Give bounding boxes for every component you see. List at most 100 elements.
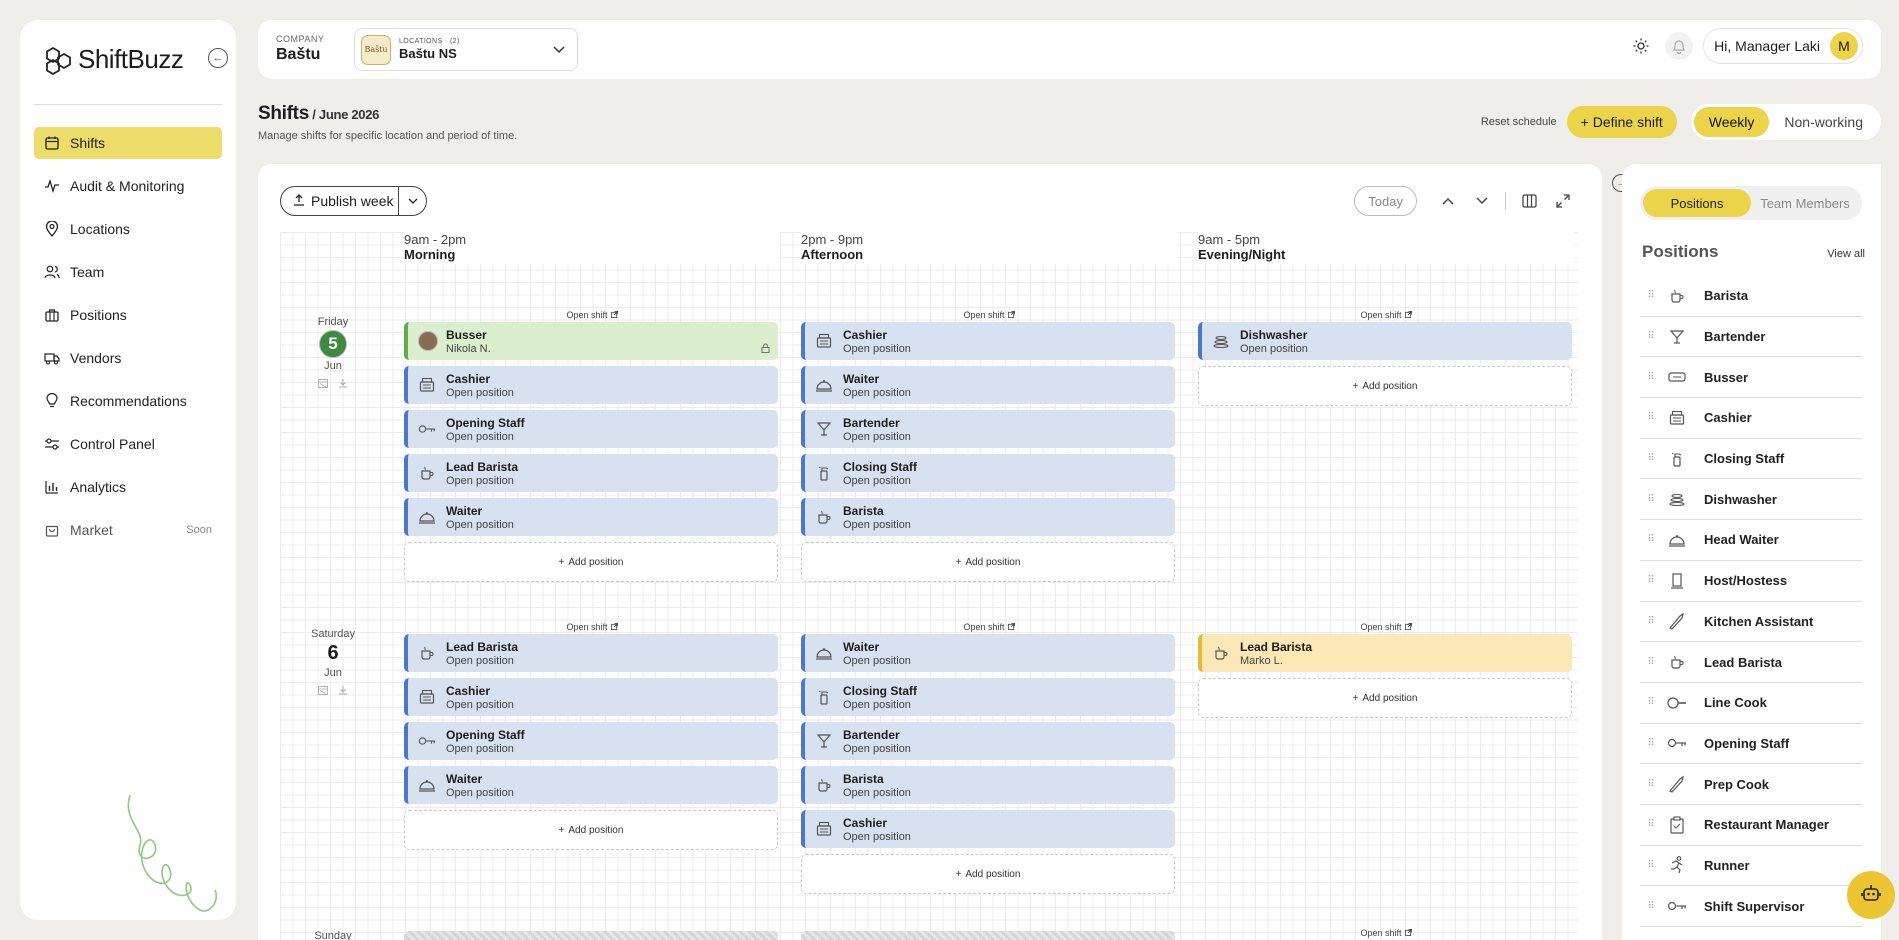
chevron-up-icon[interactable] <box>1437 190 1459 212</box>
add-position-button[interactable]: + Add position <box>404 810 778 850</box>
drag-handle-icon[interactable]: ⠿ <box>1644 779 1658 790</box>
position-list-item[interactable]: ⠿ Busser <box>1640 357 1862 399</box>
open-shift-link[interactable]: Open shift <box>404 310 780 320</box>
position-list-item[interactable]: ⠿Waiter <box>1640 927 1862 940</box>
assistant-chat-button[interactable] <box>1847 871 1895 919</box>
drag-handle-icon[interactable]: ⠿ <box>1644 819 1658 830</box>
columns-layout-icon[interactable] <box>1518 190 1540 212</box>
drag-handle-icon[interactable]: ⠿ <box>1644 697 1658 708</box>
shift-card[interactable]: Dishwasher Open position <box>1198 322 1572 360</box>
publish-options-dropdown[interactable] <box>399 196 426 207</box>
notifications-bell-icon[interactable] <box>1665 32 1694 60</box>
chevron-down-icon[interactable] <box>1471 190 1493 212</box>
sidebar-item-control-panel[interactable]: Control Panel <box>34 428 222 460</box>
position-list-item[interactable]: ⠿ Lead Barista <box>1640 642 1862 683</box>
publish-week-button[interactable]: Publish week <box>281 187 399 215</box>
shift-card[interactable]: Waiter Open position <box>801 634 1175 672</box>
sidebar-item-team[interactable]: Team <box>34 256 222 288</box>
download-icon[interactable] <box>338 378 348 390</box>
shift-card[interactable]: Bartender Open position <box>801 722 1175 760</box>
position-list-item[interactable]: ⠿ Line Cook <box>1640 683 1862 724</box>
position-list-item[interactable]: ⠿ Opening Staff <box>1640 724 1862 765</box>
add-position-button[interactable]: + Add position <box>404 542 778 582</box>
shift-card[interactable]: Waiter Open position <box>404 766 778 804</box>
position-list-item[interactable]: ⠿ Host/Hostess <box>1640 561 1862 602</box>
sidebar-item-market[interactable]: Market Soon <box>34 514 222 546</box>
add-position-button[interactable]: + Add position <box>801 542 1175 582</box>
drag-handle-icon[interactable]: ⠿ <box>1644 534 1658 545</box>
position-list-item[interactable]: ⠿ Shift Supervisor <box>1640 886 1862 927</box>
drag-handle-icon[interactable]: ⠿ <box>1644 738 1658 749</box>
shift-card[interactable]: Cashier Open position <box>404 366 778 404</box>
shift-card[interactable]: Lead Barista Open position <box>404 454 778 492</box>
sidebar-item-recommendations[interactable]: Recommendations <box>34 385 222 417</box>
copy-day-icon[interactable] <box>318 685 328 697</box>
add-position-button[interactable]: + Add position <box>1198 678 1572 718</box>
shift-card[interactable]: Cashier Open position <box>801 810 1175 848</box>
drag-handle-icon[interactable]: ⠿ <box>1644 453 1658 464</box>
theme-toggle-sun-icon[interactable] <box>1627 32 1655 60</box>
shift-card[interactable]: Waiter Open position <box>801 366 1175 404</box>
drag-handle-icon[interactable]: ⠿ <box>1644 494 1658 505</box>
download-icon[interactable] <box>338 685 348 697</box>
add-position-button[interactable]: + Add position <box>801 854 1175 894</box>
sidebar-item-vendors[interactable]: Vendors <box>34 342 222 374</box>
open-shift-link[interactable]: Open shift <box>801 310 1177 320</box>
tab-weekly[interactable]: Weekly <box>1693 107 1770 137</box>
position-list-item[interactable]: ⠿ Head Waiter <box>1640 520 1862 561</box>
add-position-button[interactable]: + Add position <box>1198 366 1572 406</box>
open-shift-link[interactable]: Open shift <box>1198 310 1574 320</box>
copy-day-icon[interactable] <box>318 378 328 390</box>
sidebar-item-shifts[interactable]: Shifts <box>34 127 222 159</box>
drag-handle-icon[interactable]: ⠿ <box>1644 860 1658 871</box>
user-menu[interactable]: Hi, Manager Laki M <box>1703 28 1863 64</box>
expand-icon[interactable] <box>1552 190 1574 212</box>
shift-card[interactable]: Opening Staff Open position <box>404 722 778 760</box>
sidebar-item-locations[interactable]: Locations <box>34 213 222 245</box>
open-shift-link[interactable]: Open shift <box>1198 928 1574 938</box>
position-list-item[interactable]: ⠿ Closing Staff <box>1640 439 1862 480</box>
drag-handle-icon[interactable]: ⠿ <box>1644 616 1658 627</box>
shift-card[interactable]: Bartender Open position <box>801 410 1175 448</box>
sidebar-item-positions[interactable]: Positions <box>34 299 222 331</box>
drag-handle-icon[interactable]: ⠿ <box>1644 657 1658 668</box>
position-list-item[interactable]: ⠿ Kitchen Assistant <box>1640 602 1862 643</box>
sidebar-item-audit[interactable]: Audit & Monitoring <box>34 170 222 202</box>
shift-card[interactable]: Waiter Open position <box>404 498 778 536</box>
open-shift-link[interactable]: Open shift <box>801 622 1177 632</box>
brand-logo[interactable]: ShiftBuzz <box>44 44 184 75</box>
tab-positions[interactable]: Positions <box>1643 189 1751 217</box>
view-all-link[interactable]: View all <box>1827 248 1865 260</box>
open-shift-link[interactable]: Open shift <box>404 622 780 632</box>
shift-card[interactable]: Closing Staff Open position <box>801 454 1175 492</box>
tab-team-members[interactable]: Team Members <box>1751 189 1859 217</box>
drag-handle-icon[interactable]: ⠿ <box>1644 901 1658 912</box>
position-list-item[interactable]: ⠿ Restaurant Manager <box>1640 805 1862 846</box>
shift-card[interactable]: Barista Open position <box>801 498 1175 536</box>
tab-non-working[interactable]: Non-working <box>1769 107 1878 137</box>
collapse-sidebar-button[interactable]: ← <box>208 48 228 68</box>
reset-schedule-link[interactable]: Reset schedule <box>1481 116 1557 128</box>
shift-card[interactable]: Lead Barista Marko L. <box>1198 634 1572 672</box>
position-list-item[interactable]: ⠿ Barista <box>1640 276 1862 317</box>
shift-card[interactable]: Barista Open position <box>801 766 1175 804</box>
shift-card[interactable]: Opening Staff Open position <box>404 410 778 448</box>
shift-card[interactable]: Closing Staff Open position <box>801 678 1175 716</box>
sidebar-item-analytics[interactable]: Analytics <box>34 471 222 503</box>
drag-handle-icon[interactable]: ⠿ <box>1644 331 1658 342</box>
position-list-item[interactable]: ⠿ Prep Cook <box>1640 764 1862 805</box>
position-list-item[interactable]: ⠿ Cashier <box>1640 398 1862 439</box>
shift-card[interactable]: Lead Barista Open position <box>404 634 778 672</box>
location-select[interactable]: Baštu LOCATIONS · (2) Baštu NS <box>354 28 578 71</box>
define-shift-button[interactable]: + Define shift <box>1566 106 1677 138</box>
today-button[interactable]: Today <box>1354 186 1417 216</box>
drag-handle-icon[interactable]: ⠿ <box>1644 372 1658 383</box>
shift-card[interactable]: Busser Nikola N. <box>404 322 778 360</box>
open-shift-link[interactable]: Open shift <box>1198 622 1574 632</box>
drag-handle-icon[interactable]: ⠿ <box>1644 290 1658 301</box>
drag-handle-icon[interactable]: ⠿ <box>1644 412 1658 423</box>
position-list-item[interactable]: ⠿ Runner <box>1640 846 1862 887</box>
drag-handle-icon[interactable]: ⠿ <box>1644 575 1658 586</box>
shift-card[interactable]: Cashier Open position <box>404 678 778 716</box>
position-list-item[interactable]: ⠿ Dishwasher <box>1640 479 1862 521</box>
